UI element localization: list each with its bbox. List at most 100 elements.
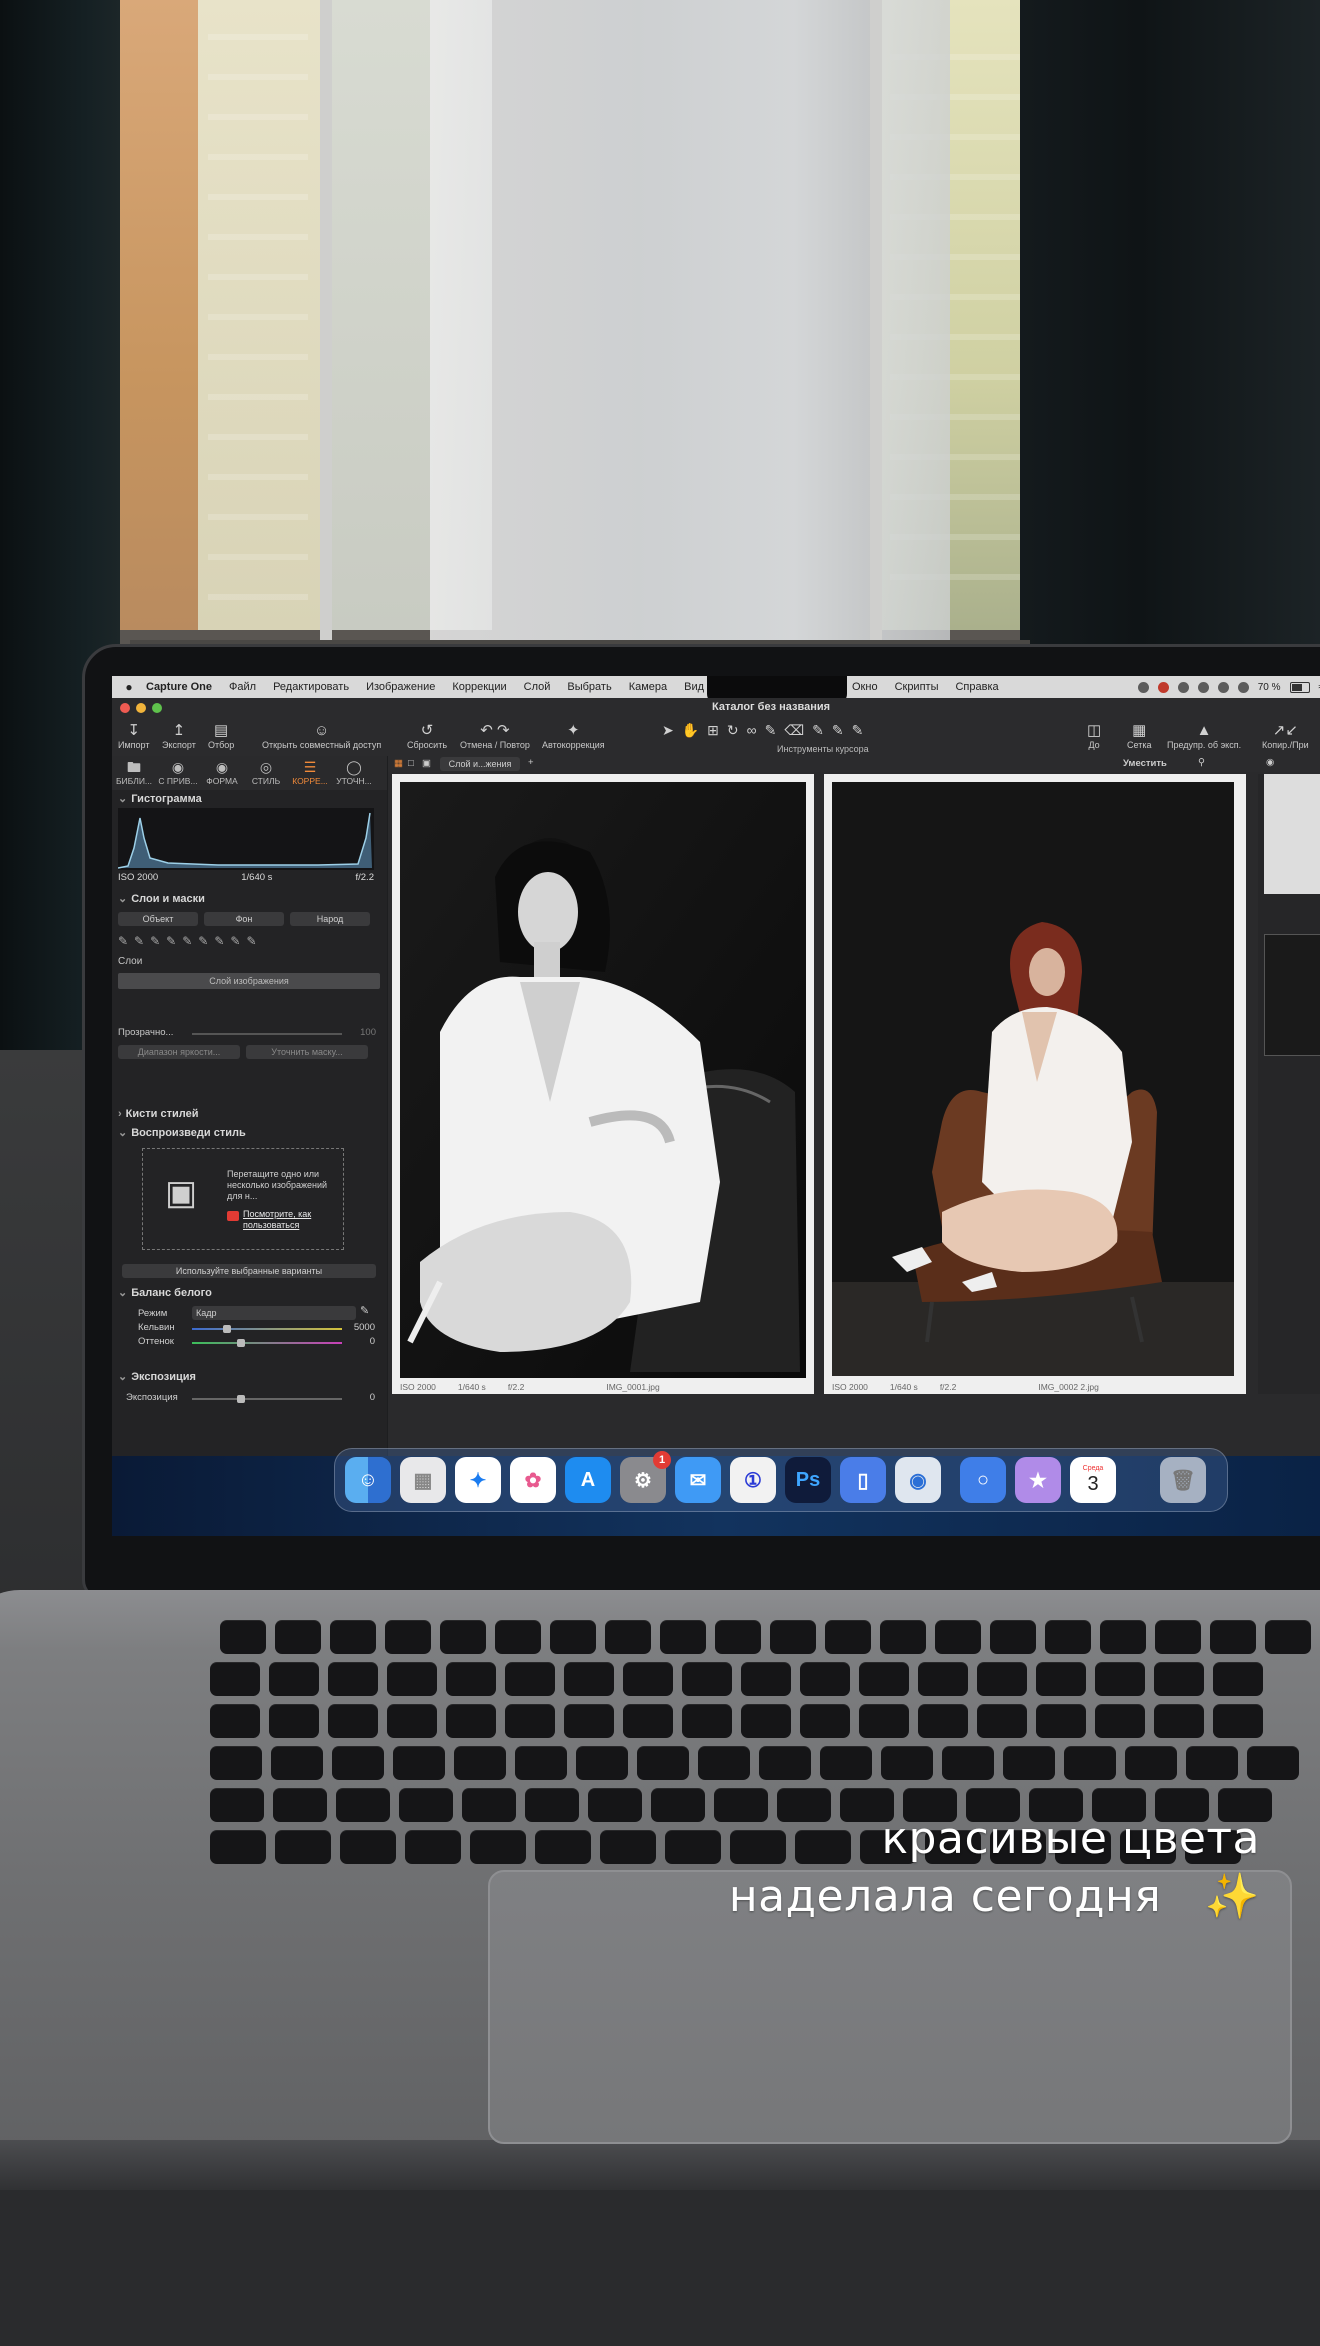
layers-header[interactable]: ⌄ Слои и маски <box>118 892 380 908</box>
keyboard-key[interactable] <box>340 1830 396 1864</box>
trash-icon[interactable]: 🗑 <box>1160 1457 1206 1503</box>
hand-icon[interactable]: ✋ <box>682 722 699 739</box>
keyboard-key[interactable] <box>525 1788 579 1822</box>
keyboard-key[interactable] <box>1095 1662 1145 1696</box>
grid-view-icon[interactable]: ▦ <box>394 758 403 769</box>
eye-icon[interactable]: ◉ <box>1266 757 1274 768</box>
compare-view-icon[interactable]: ▣ <box>422 758 431 769</box>
keyboard-key[interactable] <box>210 1662 260 1696</box>
mail-icon[interactable]: ✉ <box>675 1457 721 1503</box>
layer-select[interactable]: Слой и...жения <box>440 757 520 771</box>
keyboard-key[interactable] <box>328 1704 378 1738</box>
keyboard-key[interactable] <box>495 1620 541 1654</box>
keyboard-key[interactable] <box>576 1746 628 1780</box>
background-button[interactable]: Фон <box>204 912 284 926</box>
status-icon[interactable] <box>1177 681 1189 693</box>
keyboard-key[interactable] <box>564 1704 614 1738</box>
maximize-icon[interactable] <box>152 703 162 713</box>
capture-one-icon[interactable]: ○ <box>960 1457 1006 1503</box>
keyboard-key[interactable] <box>881 1746 933 1780</box>
menu-app[interactable]: Capture One <box>146 681 212 693</box>
keyboard-key[interactable] <box>1125 1746 1177 1780</box>
keyboard-key[interactable] <box>759 1746 811 1780</box>
keyboard-key[interactable] <box>1045 1620 1091 1654</box>
crop-icon[interactable]: ⊞ <box>707 722 719 739</box>
battery-icon[interactable] <box>1289 681 1310 693</box>
keyboard-key[interactable] <box>682 1704 732 1738</box>
keyboard-key[interactable] <box>275 1830 331 1864</box>
launchpad-icon[interactable]: ▦ <box>400 1457 446 1503</box>
keyboard-key[interactable] <box>1095 1704 1145 1738</box>
record-icon[interactable] <box>1157 681 1169 693</box>
wb-mode-select[interactable]: Кадр <box>192 1306 356 1320</box>
fit-zoom[interactable]: Уместить <box>1123 758 1167 769</box>
keyboard-key[interactable] <box>470 1830 526 1864</box>
photo-card-2[interactable]: ISO 2000 1/640 s f/2.2 IMG_0002 2.jpg <box>824 774 1246 1394</box>
keyboard-key[interactable] <box>387 1704 437 1738</box>
exposure-knob[interactable] <box>237 1395 246 1403</box>
keyboard-key[interactable] <box>505 1704 555 1738</box>
menu-adjustments[interactable]: Коррекции <box>452 681 506 693</box>
menu-scripts[interactable]: Скрипты <box>895 681 939 693</box>
keyboard-key[interactable] <box>454 1746 506 1780</box>
keyboard-key[interactable] <box>698 1746 750 1780</box>
tint-slider[interactable] <box>192 1339 342 1347</box>
opacity-slider[interactable] <box>192 1033 342 1035</box>
grid-button[interactable]: ▦ Сетка <box>1127 722 1151 750</box>
keyboard-key[interactable] <box>271 1746 323 1780</box>
keyboard-key[interactable] <box>880 1620 926 1654</box>
keyboard-key[interactable] <box>588 1788 642 1822</box>
keyboard-key[interactable] <box>1213 1662 1263 1696</box>
keyboard-key[interactable] <box>1155 1620 1201 1654</box>
drop-zone[interactable]: ▣ Перетащите одно или несколько изображе… <box>142 1148 344 1250</box>
keyboard-key[interactable] <box>1003 1746 1055 1780</box>
status-icon[interactable] <box>1137 681 1149 693</box>
bluetooth-icon[interactable] <box>1217 681 1229 693</box>
keyboard-key[interactable] <box>446 1704 496 1738</box>
keyboard-key[interactable] <box>564 1662 614 1696</box>
heal-icon[interactable]: ✎ <box>852 722 864 739</box>
keyboard-key[interactable] <box>825 1620 871 1654</box>
reproduce-style-header[interactable]: ⌄ Воспроизведи стиль <box>118 1126 380 1142</box>
photo-card-1[interactable]: ISO 2000 1/640 s f/2.2 IMG_0001.jpg <box>392 774 814 1394</box>
keyboard-key[interactable] <box>935 1620 981 1654</box>
eyedropper-icon[interactable]: ✎ <box>360 1304 369 1317</box>
histogram-header[interactable]: ⌄ Гистограмма <box>118 792 380 808</box>
keyboard-key[interactable] <box>385 1620 431 1654</box>
tab-adjust[interactable]: ☰ КОРРЕ... <box>288 756 332 790</box>
keyboard-key[interactable] <box>446 1662 496 1696</box>
app-store-icon[interactable]: A <box>565 1457 611 1503</box>
keyboard-key[interactable] <box>1247 1746 1299 1780</box>
keyboard-key[interactable] <box>660 1620 706 1654</box>
calendar-icon[interactable]: Среда 3 <box>1070 1457 1116 1503</box>
keyboard-key[interactable] <box>715 1620 761 1654</box>
minimize-icon[interactable] <box>136 703 146 713</box>
people-button[interactable]: Народ <box>290 912 370 926</box>
keyboard-key[interactable] <box>336 1788 390 1822</box>
settings-icon[interactable]: ⚙ 1 <box>620 1451 671 1503</box>
keyboard-key[interactable] <box>1036 1704 1086 1738</box>
keyboard-key[interactable] <box>535 1830 591 1864</box>
keyboard-key[interactable] <box>741 1704 791 1738</box>
straighten-icon[interactable]: ∞ <box>747 722 757 739</box>
exposure-warning-button[interactable]: ▲ Предупр. об эксп. <box>1167 722 1241 750</box>
exposure-slider[interactable] <box>192 1395 342 1403</box>
keyboard-key[interactable] <box>332 1746 384 1780</box>
reset-button[interactable]: ↺ Сбросить <box>407 722 447 750</box>
keyboard-key[interactable] <box>651 1788 705 1822</box>
keyboard-key[interactable] <box>269 1662 319 1696</box>
keyboard-key[interactable] <box>210 1704 260 1738</box>
subject-button[interactable]: Объект <box>118 912 198 926</box>
single-view-icon[interactable]: □ <box>408 758 414 769</box>
keyboard-key[interactable] <box>820 1746 872 1780</box>
keyboard-key[interactable] <box>220 1620 266 1654</box>
keyboard-key[interactable] <box>505 1662 555 1696</box>
keyboard-key[interactable] <box>1036 1662 1086 1696</box>
keyboard-key[interactable] <box>977 1662 1027 1696</box>
menu-file[interactable]: Файл <box>229 681 256 693</box>
keyboard-key[interactable] <box>942 1746 994 1780</box>
keyboard-key[interactable] <box>1213 1704 1263 1738</box>
help-link[interactable]: Посмотрите, как пользоваться <box>243 1209 343 1231</box>
tab-library[interactable]: 🖿 БИБЛИ... <box>112 756 156 790</box>
keyboard-key[interactable] <box>550 1620 596 1654</box>
